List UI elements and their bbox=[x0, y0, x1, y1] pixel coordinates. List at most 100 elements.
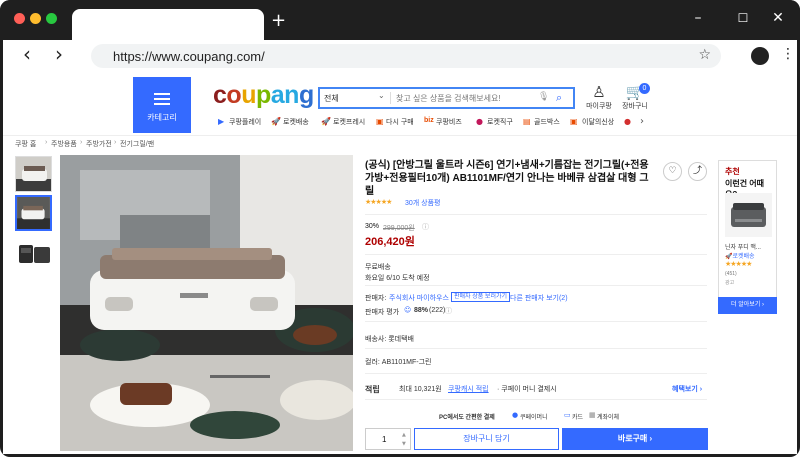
subnav-item-rocket-delivery[interactable]: 로켓배송 bbox=[283, 117, 309, 127]
pay-option-bank-transfer[interactable]: 계좌이체 bbox=[597, 412, 619, 421]
browser-menu-icon[interactable]: ⋮ bbox=[781, 46, 795, 62]
add-to-cart-button[interactable]: 장바구니 담기 bbox=[414, 428, 559, 450]
breadcrumb-item[interactable]: 주방가전 bbox=[86, 139, 112, 149]
divider bbox=[365, 321, 707, 322]
seller-rating-label: 판매자 평가 bbox=[365, 309, 400, 316]
product-thumbnail[interactable] bbox=[15, 234, 52, 270]
title-bar: + – ☐ ✕ bbox=[0, 0, 800, 40]
subnav-extra-icon[interactable]: ● bbox=[624, 117, 631, 126]
close-icon[interactable]: ✕ bbox=[770, 10, 786, 26]
new-tab-icon[interactable]: + bbox=[271, 12, 286, 30]
rocket-fresh-icon: 🚀 bbox=[321, 117, 331, 126]
logo-letter: o bbox=[226, 81, 242, 109]
mypage-link[interactable]: ♙ 마이쿠팡 bbox=[586, 84, 612, 111]
pay-label: PC에서도 간편한 결제 bbox=[439, 415, 495, 421]
seller-products-button[interactable]: 판매자 상품 보러가기 bbox=[451, 292, 511, 302]
breadcrumb-sep-icon: › bbox=[114, 139, 117, 146]
subnav-item-rebuy[interactable]: 다시 구매 bbox=[386, 117, 414, 127]
quantity-down-icon[interactable]: ▼ bbox=[402, 441, 406, 447]
seller-label: 판매자: bbox=[365, 295, 387, 302]
rocket-global-icon: ● bbox=[476, 117, 483, 126]
smile-icon: ☺ bbox=[404, 306, 412, 314]
coupang-cash-link[interactable]: 쿠팡캐시 적립 bbox=[448, 384, 489, 394]
shipping-label: 무료배송 bbox=[365, 264, 391, 271]
category-button[interactable]: 카테고리 bbox=[133, 77, 191, 133]
back-icon[interactable]: ‹ bbox=[23, 42, 31, 66]
breadcrumb-item[interactable]: 쿠팡 홈 bbox=[15, 139, 36, 149]
coupang-logo[interactable]: coupang bbox=[213, 81, 314, 110]
zoom-window-dot[interactable] bbox=[46, 13, 57, 24]
mypage-label: 마이쿠팡 bbox=[586, 103, 612, 110]
breadcrumb-item[interactable]: 주방용품 bbox=[51, 139, 77, 149]
rocket-delivery-badge: 🚀로켓배송 bbox=[725, 254, 755, 260]
minimize-window-dot[interactable] bbox=[30, 13, 41, 24]
logo-letter: u bbox=[241, 81, 256, 109]
recommend-product-name[interactable]: 닌자 푸디 맥... bbox=[725, 242, 761, 251]
review-count-link[interactable]: 30개 상품평 bbox=[405, 198, 441, 208]
product-thumbnail-selected[interactable] bbox=[15, 195, 52, 231]
divider bbox=[365, 254, 707, 255]
url-text[interactable]: https://www.coupang.com/ bbox=[113, 49, 265, 64]
new-arrivals-icon: ▣ bbox=[570, 117, 578, 126]
user-icon: ♙ bbox=[592, 83, 606, 101]
category-label: 카테고리 bbox=[147, 113, 177, 122]
buy-now-button[interactable]: 바로구매 › bbox=[562, 428, 708, 450]
subnav-item-coupang-play[interactable]: 쿠팡플레이 bbox=[229, 117, 261, 127]
discount-rate: 30% bbox=[365, 223, 380, 230]
subnav-item-rocket-global[interactable]: 로켓직구 bbox=[487, 117, 513, 127]
main-product-image[interactable] bbox=[60, 155, 353, 451]
breadcrumb-sep-icon: › bbox=[45, 139, 48, 146]
pay-option-card[interactable]: 카드 bbox=[572, 412, 583, 421]
logo-letter: c bbox=[213, 81, 227, 109]
breadcrumb-item[interactable]: 전기그릴/팬 bbox=[120, 139, 154, 149]
color-option[interactable]: 컬러: AB1101MF-그린 bbox=[365, 357, 431, 367]
subnav-item-new-arrivals[interactable]: 이달의신상 bbox=[582, 117, 614, 127]
recommend-review-count: (451) bbox=[725, 271, 737, 277]
rating-stars: ★★★★★ bbox=[365, 198, 392, 206]
recommend-product-image[interactable] bbox=[725, 193, 772, 237]
browser-tab[interactable] bbox=[72, 9, 264, 40]
card-icon: ▭ bbox=[564, 411, 571, 419]
recommend-stars: ★★★★★ bbox=[725, 260, 752, 268]
close-window-dot[interactable] bbox=[14, 13, 25, 24]
product-thumbnail[interactable] bbox=[15, 156, 52, 192]
quantity-up-icon[interactable]: ▲ bbox=[402, 432, 406, 438]
benefit-more-link[interactable]: 혜택보기 › bbox=[672, 384, 702, 394]
bookmark-star-icon[interactable]: ☆ bbox=[698, 47, 711, 63]
pay-option-coupay-money[interactable]: 쿠페이머니 bbox=[520, 412, 548, 421]
carrier-info: 배송사: 롯데택배 bbox=[365, 336, 414, 343]
subnav-item-gold-box[interactable]: 골드박스 bbox=[534, 117, 560, 127]
quantity-stepper[interactable]: 1 ▲ ▼ bbox=[365, 428, 411, 450]
cart-label: 장바구니 bbox=[622, 103, 648, 110]
coupang-page: 카테고리 coupang 전체 ⌄ 찾고 싶은 상품을 검색해보세요! 🎙 ⌕ … bbox=[3, 72, 797, 454]
other-sellers-link[interactable]: 다른 판매자 보기(2) bbox=[510, 293, 568, 303]
maximize-icon[interactable]: ☐ bbox=[735, 10, 751, 26]
logo-letter: n bbox=[284, 81, 299, 109]
subnav-item-rocket-fresh[interactable]: 로켓프레시 bbox=[333, 117, 365, 127]
seller-name-link[interactable]: 주식회사 마이하우스 bbox=[389, 293, 449, 303]
profile-avatar-icon[interactable] bbox=[751, 47, 769, 65]
info-icon[interactable]: ⓘ bbox=[445, 306, 452, 316]
search-category-select[interactable]: 전체 bbox=[324, 93, 339, 104]
info-icon[interactable]: ⓘ bbox=[422, 222, 429, 232]
cart-count-badge: 0 bbox=[639, 83, 650, 94]
subnav-item-coupang-biz[interactable]: 쿠팡비즈 bbox=[436, 117, 462, 127]
learn-more-button[interactable]: 더 알아보기 › bbox=[718, 297, 777, 314]
coupay-icon: ● bbox=[512, 411, 519, 419]
search-bar: 전체 ⌄ 찾고 싶은 상품을 검색해보세요! 🎙 ⌕ bbox=[318, 87, 575, 109]
forward-icon[interactable]: › bbox=[55, 42, 63, 66]
divider bbox=[365, 373, 707, 374]
search-input[interactable]: 찾고 싶은 상품을 검색해보세요! bbox=[396, 93, 501, 104]
divider bbox=[365, 399, 707, 400]
url-field[interactable]: https://www.coupang.com/ ☆ bbox=[91, 44, 721, 68]
mic-icon[interactable]: 🎙 bbox=[538, 92, 549, 102]
rebuy-icon: ▣ bbox=[376, 117, 384, 126]
chevron-down-icon[interactable]: ⌄ bbox=[378, 91, 385, 100]
logo-letter: a bbox=[270, 81, 285, 109]
quantity-value[interactable]: 1 bbox=[382, 435, 386, 444]
heart-icon[interactable]: ♡ bbox=[663, 162, 682, 181]
subnav-next-icon[interactable]: › bbox=[640, 116, 644, 127]
minimize-icon[interactable]: – bbox=[690, 10, 706, 26]
search-icon[interactable]: ⌕ bbox=[556, 91, 562, 105]
share-icon[interactable]: ⤴ bbox=[688, 162, 707, 181]
